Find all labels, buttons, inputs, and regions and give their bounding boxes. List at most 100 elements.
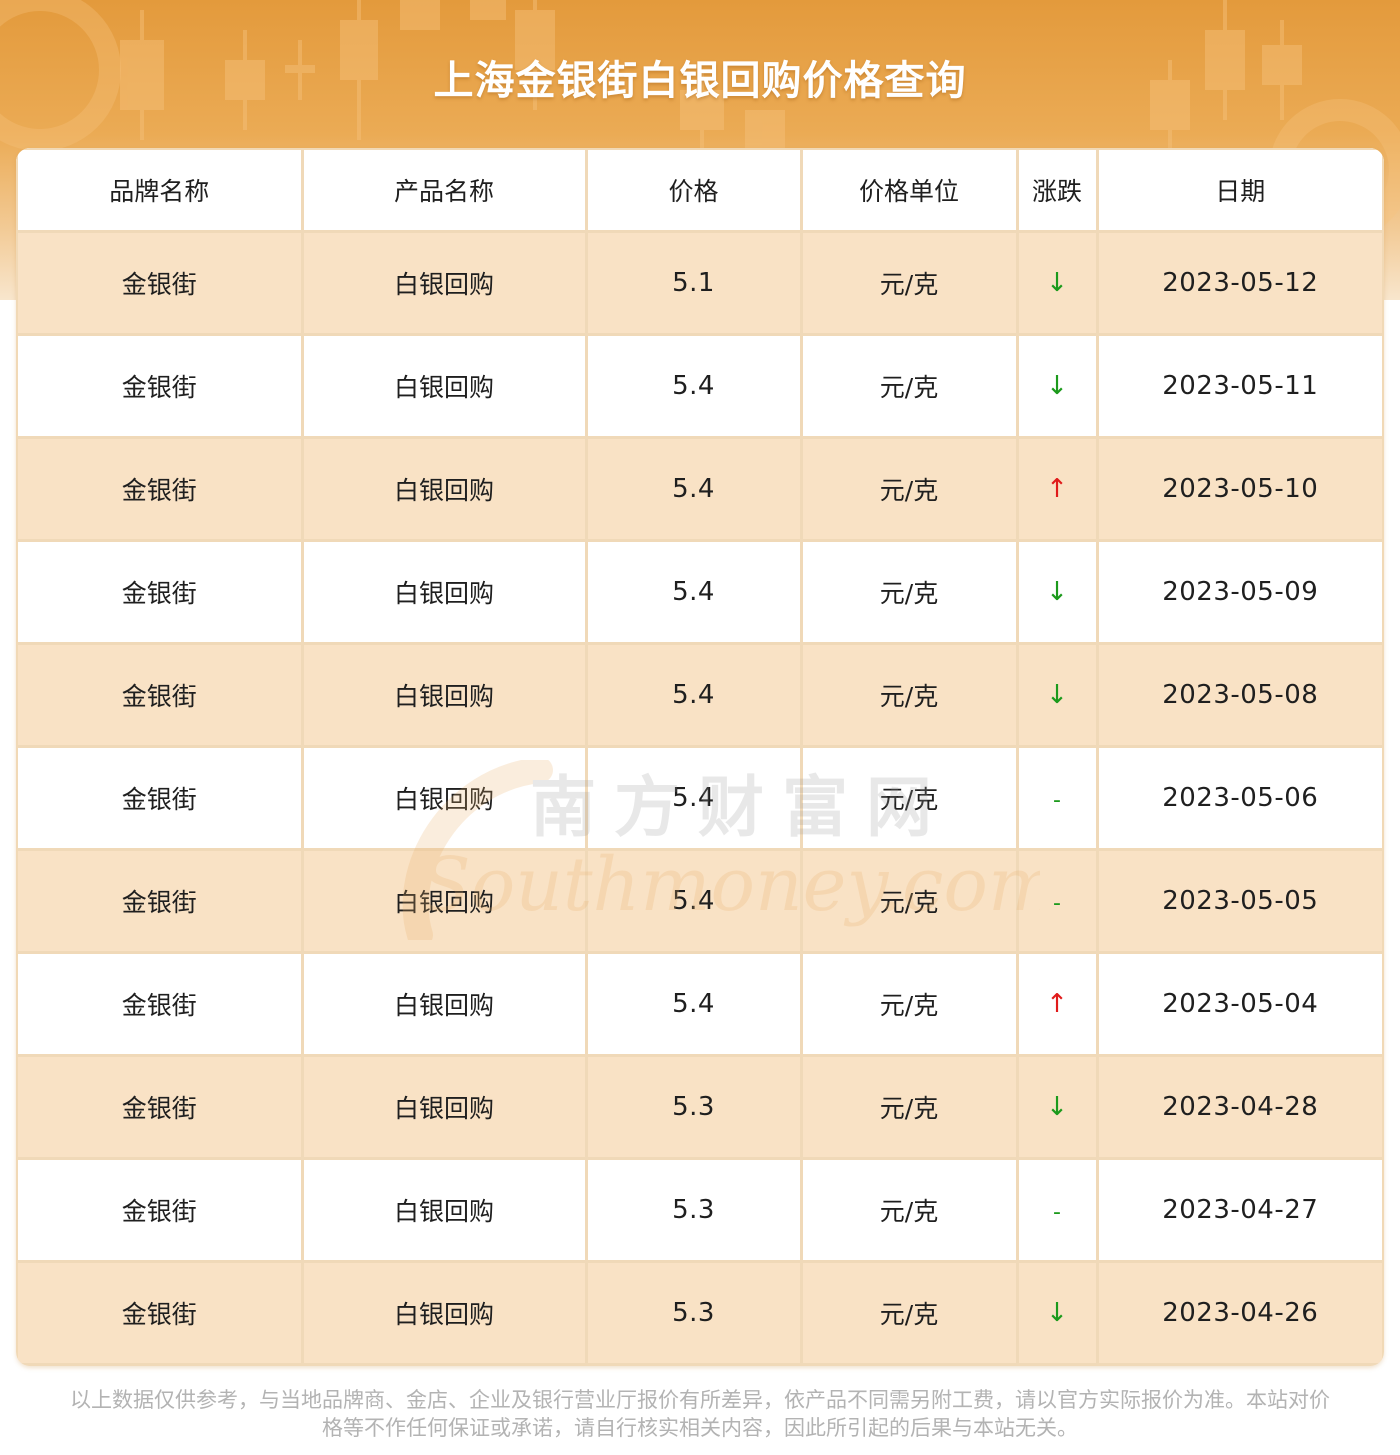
arrow-up-icon: ↑ bbox=[1046, 989, 1068, 1019]
cell-date: 2023-04-26 bbox=[1097, 1261, 1382, 1366]
cell-date: 2023-05-06 bbox=[1097, 746, 1382, 851]
flat-dash-icon: - bbox=[1053, 890, 1061, 916]
cell-brand: 金银街 bbox=[18, 952, 304, 1057]
cell-price: 5.4 bbox=[586, 746, 803, 851]
table-row: 金银街 白银回购 5.4 元/克 ↓ 2023-05-08 bbox=[18, 643, 1382, 748]
price-table-card: 品牌名称 产品名称 价格 价格单位 涨跌 日期 金银街 白银回购 5.1 元/克 ↓ 20… bbox=[16, 148, 1384, 1366]
table-row: 金银街 白银回购 5.4 元/克 ↓ 2023-05-09 bbox=[18, 540, 1382, 645]
table-row: 金银街 白银回购 5.4 元/克 ↑ 2023-05-10 bbox=[18, 437, 1382, 542]
cell-change: ↓ bbox=[1017, 1055, 1099, 1160]
arrow-down-icon: ↓ bbox=[1046, 1298, 1068, 1328]
cell-brand: 金银街 bbox=[18, 746, 304, 851]
cell-price: 5.4 bbox=[586, 849, 803, 954]
cell-unit: 元/克 bbox=[801, 437, 1019, 542]
cell-change: - bbox=[1017, 1158, 1099, 1263]
cell-unit: 元/克 bbox=[801, 1055, 1019, 1160]
cell-date: 2023-04-28 bbox=[1097, 1055, 1382, 1160]
flat-dash-icon: - bbox=[1053, 787, 1061, 813]
cell-date: 2023-05-11 bbox=[1097, 334, 1382, 439]
cell-price: 5.1 bbox=[586, 231, 803, 336]
cell-change: ↓ bbox=[1017, 643, 1099, 748]
cell-product: 白银回购 bbox=[302, 231, 588, 336]
cell-change: - bbox=[1017, 746, 1099, 851]
arrow-down-icon: ↓ bbox=[1046, 680, 1068, 710]
table-row: 金银街 白银回购 5.3 元/克 ↓ 2023-04-28 bbox=[18, 1055, 1382, 1160]
arrow-down-icon: ↓ bbox=[1046, 268, 1068, 298]
column-header-unit: 价格单位 bbox=[801, 150, 1019, 233]
cell-date: 2023-05-08 bbox=[1097, 643, 1382, 748]
cell-unit: 元/克 bbox=[801, 540, 1019, 645]
cell-change: ↓ bbox=[1017, 334, 1099, 439]
arrow-up-icon: ↑ bbox=[1046, 474, 1068, 504]
cell-product: 白银回购 bbox=[302, 437, 588, 542]
arrow-down-icon: ↓ bbox=[1046, 371, 1068, 401]
cell-brand: 金银街 bbox=[18, 849, 304, 954]
arrow-down-icon: ↓ bbox=[1046, 577, 1068, 607]
cell-brand: 金银街 bbox=[18, 334, 304, 439]
cell-price: 5.3 bbox=[586, 1055, 803, 1160]
cell-date: 2023-05-04 bbox=[1097, 952, 1382, 1057]
cell-unit: 元/克 bbox=[801, 849, 1019, 954]
cell-price: 5.4 bbox=[586, 952, 803, 1057]
cell-price: 5.4 bbox=[586, 540, 803, 645]
cell-date: 2023-05-05 bbox=[1097, 849, 1382, 954]
price-table: 品牌名称 产品名称 价格 价格单位 涨跌 日期 金银街 白银回购 5.1 元/克 ↓ 20… bbox=[18, 150, 1382, 1366]
cell-product: 白银回购 bbox=[302, 1158, 588, 1263]
table-row: 金银街 白银回购 5.3 元/克 - 2023-04-27 bbox=[18, 1158, 1382, 1263]
cell-brand: 金银街 bbox=[18, 1158, 304, 1263]
arrow-down-icon: ↓ bbox=[1046, 1092, 1068, 1122]
cell-change: ↑ bbox=[1017, 952, 1099, 1057]
cell-unit: 元/克 bbox=[801, 746, 1019, 851]
flat-dash-icon: - bbox=[1053, 1199, 1061, 1225]
cell-unit: 元/克 bbox=[801, 231, 1019, 336]
column-header-brand: 品牌名称 bbox=[18, 150, 304, 233]
cell-brand: 金银街 bbox=[18, 437, 304, 542]
table-row: 金银街 白银回购 5.4 元/克 - 2023-05-06 bbox=[18, 746, 1382, 851]
cell-change: ↑ bbox=[1017, 437, 1099, 542]
cell-brand: 金银街 bbox=[18, 1261, 304, 1366]
cell-brand: 金银街 bbox=[18, 540, 304, 645]
table-body: 金银街 白银回购 5.1 元/克 ↓ 2023-05-12 金银街 白银回购 5.4 元/克 ↓ 20… bbox=[18, 231, 1382, 1366]
cell-change: - bbox=[1017, 849, 1099, 954]
cell-product: 白银回购 bbox=[302, 952, 588, 1057]
table-row: 金银街 白银回购 5.4 元/克 ↑ 2023-05-04 bbox=[18, 952, 1382, 1057]
cell-product: 白银回购 bbox=[302, 334, 588, 439]
cell-date: 2023-05-10 bbox=[1097, 437, 1382, 542]
table-row: 金银街 白银回购 5.1 元/克 ↓ 2023-05-12 bbox=[18, 231, 1382, 336]
cell-change: ↓ bbox=[1017, 231, 1099, 336]
table-row: 金银街 白银回购 5.4 元/克 ↓ 2023-05-11 bbox=[18, 334, 1382, 439]
cell-date: 2023-04-27 bbox=[1097, 1158, 1382, 1263]
table-row: 金银街 白银回购 5.4 元/克 - 2023-05-05 bbox=[18, 849, 1382, 954]
cell-price: 5.4 bbox=[586, 437, 803, 542]
cell-unit: 元/克 bbox=[801, 1261, 1019, 1366]
cell-change: ↓ bbox=[1017, 540, 1099, 645]
cell-date: 2023-05-09 bbox=[1097, 540, 1382, 645]
cell-price: 5.4 bbox=[586, 334, 803, 439]
column-header-product: 产品名称 bbox=[302, 150, 588, 233]
cell-unit: 元/克 bbox=[801, 334, 1019, 439]
cell-product: 白银回购 bbox=[302, 1055, 588, 1160]
cell-price: 5.4 bbox=[586, 643, 803, 748]
cell-product: 白银回购 bbox=[302, 643, 588, 748]
column-header-date: 日期 bbox=[1097, 150, 1382, 233]
cell-date: 2023-05-12 bbox=[1097, 231, 1382, 336]
cell-product: 白银回购 bbox=[302, 1261, 588, 1366]
cell-unit: 元/克 bbox=[801, 952, 1019, 1057]
cell-unit: 元/克 bbox=[801, 1158, 1019, 1263]
cell-brand: 金银街 bbox=[18, 231, 304, 336]
table-row: 金银街 白银回购 5.3 元/克 ↓ 2023-04-26 bbox=[18, 1261, 1382, 1366]
cell-brand: 金银街 bbox=[18, 643, 304, 748]
cell-price: 5.3 bbox=[586, 1158, 803, 1263]
table-header-row: 品牌名称 产品名称 价格 价格单位 涨跌 日期 bbox=[18, 150, 1382, 233]
page-title: 上海金银街白银回购价格查询 bbox=[433, 58, 967, 104]
footer-disclaimer: 以上数据仅供参考，与当地品牌商、金店、企业及银行营业厅报价有所差异，依产品不同需… bbox=[70, 1388, 1330, 1440]
cell-product: 白银回购 bbox=[302, 849, 588, 954]
cell-unit: 元/克 bbox=[801, 643, 1019, 748]
cell-price: 5.3 bbox=[586, 1261, 803, 1366]
column-header-change: 涨跌 bbox=[1017, 150, 1099, 233]
cell-brand: 金银街 bbox=[18, 1055, 304, 1160]
cell-change: ↓ bbox=[1017, 1261, 1099, 1366]
cell-product: 白银回购 bbox=[302, 540, 588, 645]
column-header-price: 价格 bbox=[586, 150, 803, 233]
cell-product: 白银回购 bbox=[302, 746, 588, 851]
